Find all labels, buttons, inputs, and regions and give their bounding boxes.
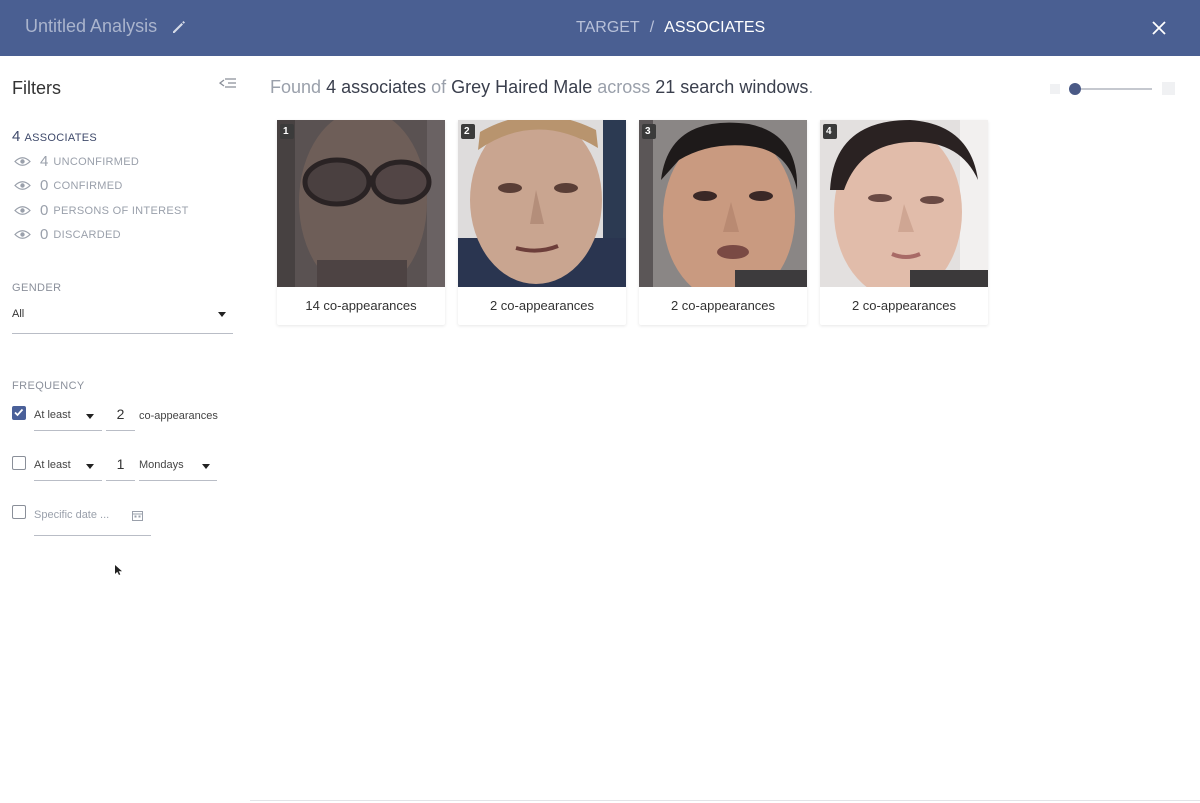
summary-found: Found	[270, 77, 322, 97]
associate-card[interactable]: 2 2 co-appearances	[458, 120, 626, 325]
stat-label: UNCONFIRMED	[53, 155, 140, 168]
qualifier-value: At least	[34, 409, 71, 421]
analysis-title[interactable]: Untitled Analysis	[25, 16, 157, 37]
breadcrumb-target[interactable]: TARGET	[576, 19, 640, 37]
specific-date-field[interactable]: Specific date ...	[34, 502, 151, 536]
filters-title: Filters	[12, 78, 61, 98]
summary-count: 4 associates	[326, 77, 427, 97]
associate-photo[interactable]	[639, 120, 807, 287]
stat-persons-of-interest[interactable]: 0 PERSONS OF INTEREST	[14, 202, 189, 219]
stat-confirmed[interactable]: 0 CONFIRMED	[14, 177, 123, 194]
gender-value: All	[12, 308, 25, 320]
gender-label: GENDER	[12, 282, 62, 294]
qualifier-value: At least	[34, 459, 71, 471]
slider-handle[interactable]	[1069, 83, 1081, 95]
associates-label: ASSOCIATES	[24, 132, 97, 144]
gender-select[interactable]: All	[12, 306, 233, 334]
pencil-icon[interactable]	[171, 19, 187, 35]
co-appearances-caption: 14 co-appearances	[305, 298, 417, 313]
weekday-value: Mondays	[139, 459, 184, 471]
co-appearances-caption: 2 co-appearances	[670, 298, 776, 313]
associate-card[interactable]: 1 14 co-appearances	[277, 120, 445, 325]
chevron-down-icon	[86, 464, 94, 469]
card-index-badge: 3	[642, 124, 656, 139]
stat-count: 0	[40, 177, 49, 194]
associate-photo[interactable]	[277, 120, 445, 287]
eye-icon	[14, 230, 31, 239]
co-appearances-caption: 2 co-appearances	[489, 298, 595, 313]
breadcrumb-current: ASSOCIATES	[664, 19, 766, 36]
chevron-down-icon	[218, 312, 226, 317]
eye-icon	[14, 206, 31, 215]
frequency-coappearances-checkbox[interactable]	[12, 406, 26, 420]
specific-date-placeholder: Specific date ...	[34, 509, 110, 521]
results-summary: Found 4 associates of Grey Haired Male a…	[270, 77, 813, 98]
large-size-icon	[1162, 82, 1175, 95]
frequency-count-input[interactable]: 2	[106, 405, 135, 431]
associate-card[interactable]: 3 2 co-appearances	[639, 120, 807, 325]
collapse-sidebar-icon[interactable]	[218, 76, 237, 90]
summary-target[interactable]: Grey Haired Male	[451, 77, 592, 97]
footer-divider	[250, 800, 1200, 801]
frequency-days-input[interactable]: 1	[106, 455, 135, 481]
small-size-icon	[1050, 84, 1060, 94]
breadcrumb-separator: /	[649, 19, 655, 36]
frequency-qualifier-select[interactable]: At least	[34, 405, 102, 431]
summary-across: across	[597, 77, 651, 97]
co-appearances-caption: 2 co-appearances	[851, 298, 957, 313]
frequency-qualifier-select[interactable]: At least	[34, 455, 102, 481]
stat-discarded[interactable]: 0 DISCARDED	[14, 226, 121, 243]
stat-count: 0	[40, 202, 49, 219]
card-index-badge: 1	[280, 124, 294, 139]
top-bar: Untitled Analysis TARGET / ASSOCIATES	[0, 0, 1200, 56]
chevron-down-icon	[202, 464, 210, 469]
summary-of: of	[431, 77, 447, 97]
stat-count: 0	[40, 226, 49, 243]
frequency-unit-label: co-appearances	[139, 410, 218, 422]
close-icon[interactable]	[1149, 18, 1169, 38]
stat-count: 4	[40, 153, 49, 170]
breadcrumb: TARGET / ASSOCIATES	[576, 19, 765, 37]
associate-photo[interactable]	[820, 120, 988, 287]
associates-count: 4	[12, 128, 21, 145]
summary-period: .	[808, 77, 814, 97]
specific-date-checkbox[interactable]	[12, 505, 26, 519]
card-index-badge: 2	[461, 124, 475, 139]
filters-sidebar: Filters 4 ASSOCIATES 4 UNCONFIRMED 0 CON…	[0, 56, 250, 803]
slider-track[interactable]	[1072, 88, 1152, 90]
summary-windows: 21 search windows	[655, 77, 809, 97]
chevron-down-icon	[86, 414, 94, 419]
associate-photo[interactable]	[458, 120, 626, 287]
eye-icon	[14, 157, 31, 166]
stat-unconfirmed[interactable]: 4 UNCONFIRMED	[14, 153, 139, 170]
calendar-icon	[132, 511, 143, 521]
analysis-title-group: Untitled Analysis	[25, 16, 187, 37]
thumbnail-size-slider[interactable]	[1050, 82, 1178, 96]
frequency-days-checkbox[interactable]	[12, 456, 26, 470]
mouse-cursor-icon	[115, 565, 122, 575]
frequency-label: FREQUENCY	[12, 380, 85, 392]
weekday-select[interactable]: Mondays	[139, 455, 217, 481]
stat-label: DISCARDED	[53, 228, 121, 241]
stat-label: CONFIRMED	[53, 179, 123, 192]
eye-icon	[14, 181, 31, 190]
associate-card[interactable]: 4 2 co-appearances	[820, 120, 988, 325]
stat-label: PERSONS OF INTEREST	[53, 204, 189, 217]
card-index-badge: 4	[823, 124, 837, 139]
associates-total[interactable]: 4 ASSOCIATES	[12, 128, 97, 145]
